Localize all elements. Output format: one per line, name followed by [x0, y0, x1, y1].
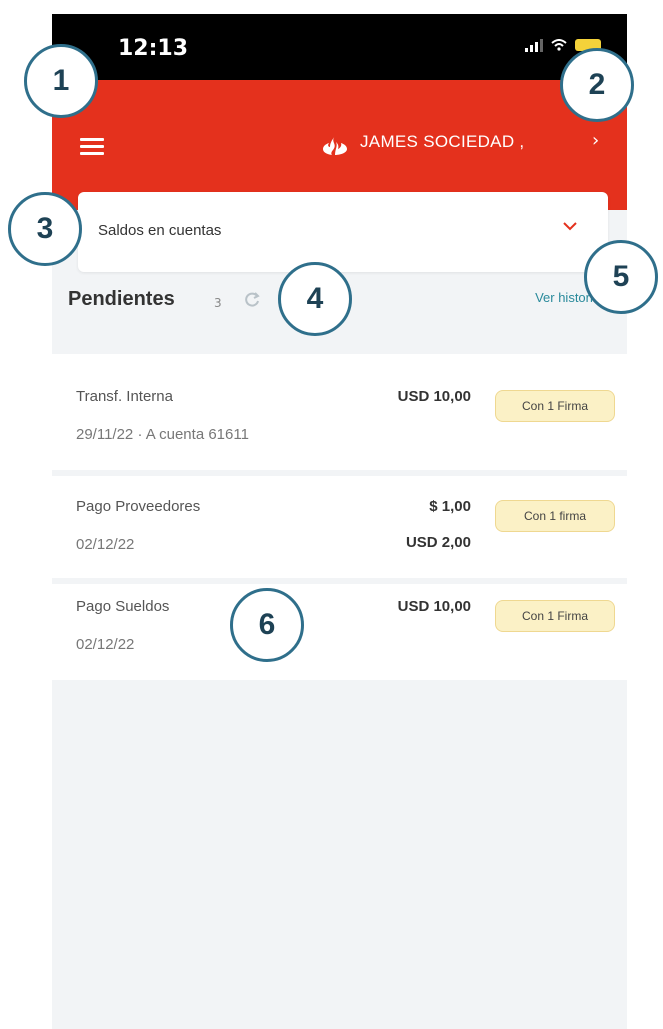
pending-row[interactable]: Pago Sueldos 02/12/22 USD 10,00 Con 1 Fi… — [52, 584, 627, 680]
callout-marker: 6 — [230, 588, 304, 662]
account-select[interactable]: Saldos en cuentas — [78, 192, 608, 272]
row-subtitle: 02/12/22 — [76, 636, 135, 653]
signature-badge: Con 1 firma — [495, 500, 615, 532]
pending-row[interactable]: Transf. Interna 29/11/22 · A cuenta 6161… — [52, 354, 627, 470]
pending-row[interactable]: Pago Proveedores 02/12/22 $ 1,00 USD 2,0… — [52, 476, 627, 578]
chevron-down-icon — [563, 222, 577, 231]
account-select-label: Saldos en cuentas — [98, 222, 222, 239]
row-subtitle: 29/11/22 · A cuenta 61611 — [76, 426, 249, 443]
callout-marker: 2 — [560, 48, 634, 122]
chevron-right-icon[interactable]: › — [592, 130, 599, 151]
row-title: Pago Proveedores — [76, 498, 201, 515]
company-name[interactable]: JAMES SOCIEDAD , — [360, 132, 524, 152]
signature-badge: Con 1 Firma — [495, 600, 615, 632]
signature-badge: Con 1 Firma — [495, 390, 615, 422]
pending-count: 3 — [214, 296, 222, 310]
app-header: JAMES SOCIEDAD , › — [52, 80, 627, 210]
callout-marker: 5 — [584, 240, 658, 314]
refresh-icon[interactable] — [242, 290, 262, 310]
callout-marker: 3 — [8, 192, 82, 266]
santander-flame-icon — [323, 136, 347, 155]
callout-marker: 4 — [278, 262, 352, 336]
callout-marker: 1 — [24, 44, 98, 118]
row-amount: USD 2,00 — [405, 534, 471, 551]
row-title: Transf. Interna — [76, 388, 173, 405]
status-bar: 12:13 — [52, 14, 627, 80]
phone-screen: 12:13 JAMES SOCIEDAD , › Saldos en cuent… — [52, 14, 627, 1029]
row-amount: USD 10,00 — [397, 598, 471, 615]
wifi-icon — [551, 39, 567, 51]
pending-title: Pendientes — [68, 288, 175, 310]
row-title: Pago Sueldos — [76, 598, 170, 615]
hamburger-menu-icon[interactable] — [80, 138, 104, 156]
row-subtitle: 02/12/22 — [76, 536, 135, 553]
signal-icon — [525, 38, 543, 52]
row-amount: $ 1,00 — [429, 498, 471, 515]
row-amount: USD 10,00 — [397, 388, 471, 405]
status-time: 12:13 — [118, 36, 189, 61]
